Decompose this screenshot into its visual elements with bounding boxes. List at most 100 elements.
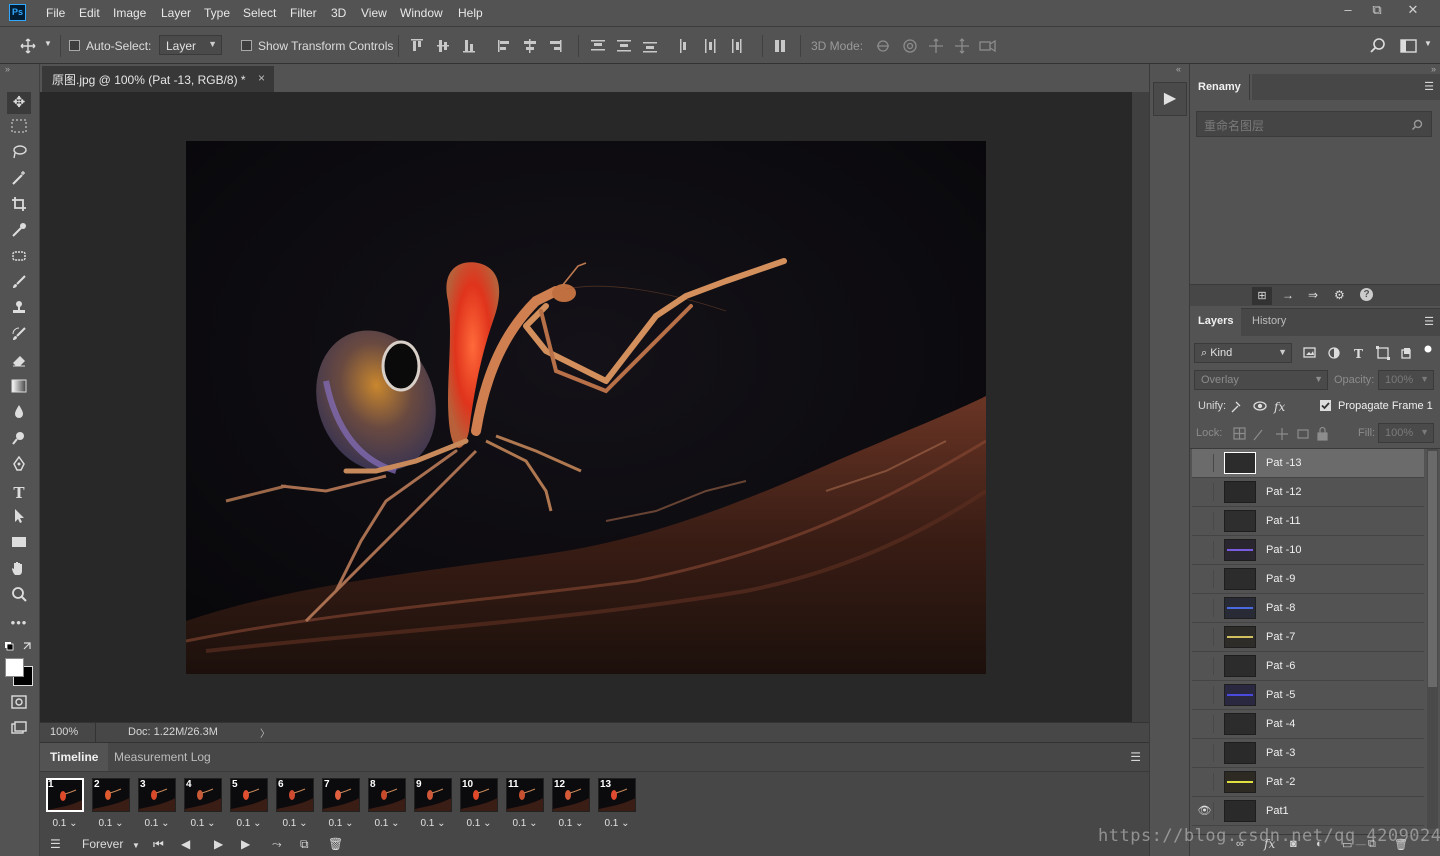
tab-timeline[interactable]: Timeline — [40, 743, 109, 771]
move-tool-icon[interactable] — [20, 38, 36, 54]
layer-row[interactable]: Pat -10 — [1192, 536, 1424, 565]
unify-icons[interactable]: fx — [1230, 398, 1290, 414]
gradient-tool-icon[interactable] — [7, 378, 31, 400]
zoom-tool-icon[interactable] — [7, 586, 31, 608]
layer-row[interactable]: Pat -9 — [1192, 565, 1424, 594]
healing-brush-tool-icon[interactable] — [7, 248, 31, 270]
delete-frame-icon[interactable]: 🗑 — [328, 837, 343, 851]
panel-menu-icon[interactable]: ☰ — [1424, 315, 1434, 328]
visibility-toggle[interactable] — [1196, 599, 1214, 617]
loop-dropdown[interactable]: Forever — [82, 837, 123, 851]
layer-filter-icons[interactable]: T — [1302, 345, 1432, 361]
tab-history[interactable]: History — [1244, 308, 1294, 334]
play-icon[interactable]: ▶ — [214, 837, 223, 851]
expand-icon[interactable]: » — [1431, 64, 1436, 74]
close-tab-icon[interactable]: × — [258, 71, 265, 85]
timeline-frame[interactable]: 11 0.1 ⌄ — [504, 776, 546, 833]
timeline-frame[interactable]: 6 0.1 ⌄ — [274, 776, 316, 833]
menu-layer[interactable]: Layer — [161, 6, 191, 20]
gear-icon[interactable]: ⚙ — [1334, 288, 1345, 302]
timeline-frame[interactable]: 4 0.1 ⌄ — [182, 776, 224, 833]
lasso-tool-icon[interactable] — [7, 144, 31, 166]
default-colors-icon[interactable] — [4, 641, 36, 653]
layers-scrollbar-thumb[interactable] — [1428, 451, 1437, 687]
type-tool-icon[interactable]: T — [7, 482, 31, 504]
magic-wand-tool-icon[interactable] — [7, 170, 31, 192]
pen-tool-icon[interactable] — [7, 455, 31, 478]
menu-file[interactable]: File — [46, 6, 65, 20]
visibility-toggle[interactable] — [1196, 686, 1214, 704]
lock-icons[interactable] — [1232, 426, 1332, 442]
previous-frame-icon[interactable]: ◀ — [181, 837, 190, 851]
visibility-toggle[interactable] — [1196, 570, 1214, 588]
layers-scrollbar[interactable] — [1427, 449, 1438, 829]
layer-row[interactable]: Pat -8 — [1192, 594, 1424, 623]
frame-duration[interactable]: 0.1 ⌄ — [320, 818, 362, 829]
fill-field[interactable]: 100% ▼ — [1378, 423, 1434, 443]
visibility-toggle[interactable] — [1196, 628, 1214, 646]
menu-image[interactable]: Image — [113, 6, 146, 20]
close-window-button[interactable]: ✕ — [1398, 0, 1428, 20]
visibility-toggle[interactable] — [1196, 541, 1214, 559]
tab-renamy[interactable]: Renamy — [1190, 74, 1250, 100]
dodge-tool-icon[interactable] — [7, 430, 31, 452]
layer-row[interactable]: Pat -3 — [1192, 739, 1424, 768]
menu-filter[interactable]: Filter — [290, 6, 317, 20]
panel-menu-icon[interactable]: ☰ — [1424, 80, 1434, 93]
timeline-frame[interactable]: 8 0.1 ⌄ — [366, 776, 408, 833]
restore-button[interactable]: ⧉ — [1362, 0, 1392, 20]
frame-duration[interactable]: 0.1 ⌄ — [274, 818, 316, 829]
workspace-icon[interactable] — [1400, 38, 1418, 54]
layer-row[interactable]: Pat -13 — [1192, 449, 1424, 478]
frame-duration[interactable]: 0.1 ⌄ — [136, 818, 178, 829]
timeline-frame[interactable]: 3 0.1 ⌄ — [136, 776, 178, 833]
menu-edit[interactable]: Edit — [79, 6, 100, 20]
layer-row[interactable]: Pat -7 — [1192, 623, 1424, 652]
clone-stamp-tool-icon[interactable] — [7, 300, 31, 322]
auto-select-checkbox[interactable] — [69, 40, 80, 51]
tab-layers[interactable]: Layers — [1190, 308, 1242, 336]
status-menu-arrow-icon[interactable]: 〉 — [260, 725, 270, 740]
menu-view[interactable]: View — [361, 6, 387, 20]
layer-row[interactable]: Pat -4 — [1192, 710, 1424, 739]
layer-row[interactable]: Pat -2 — [1192, 768, 1424, 797]
timeline-frame[interactable]: 10 0.1 ⌄ — [458, 776, 500, 833]
frame-duration[interactable]: 0.1 ⌄ — [504, 818, 546, 829]
auto-select-dropdown[interactable]: Layer ▼ — [159, 35, 222, 55]
zoom-level[interactable]: 100% — [50, 726, 78, 738]
search-icon[interactable] — [1411, 119, 1423, 131]
visibility-toggle[interactable] — [1196, 744, 1214, 762]
3d-mode-icons[interactable] — [874, 37, 1004, 55]
convert-frames-icon[interactable]: ☰ — [50, 837, 61, 851]
auto-align-icon[interactable] — [773, 38, 789, 54]
eye-visibility-icon[interactable]: 👁 — [1196, 802, 1214, 820]
menu-type[interactable]: Type — [204, 6, 230, 20]
menu-window[interactable]: Window — [400, 6, 443, 20]
rectangle-tool-icon[interactable] — [7, 534, 31, 556]
align-icons[interactable] — [410, 38, 610, 54]
distribute-icons[interactable] — [590, 38, 760, 54]
rename-icon[interactable]: ⊞ — [1252, 287, 1272, 305]
frame-duration[interactable]: 0.1 ⌄ — [550, 818, 592, 829]
blend-mode-dropdown[interactable]: Overlay ▼ — [1194, 370, 1328, 390]
frame-duration[interactable]: 0.1 ⌄ — [458, 818, 500, 829]
timeline-frame[interactable]: 9 0.1 ⌄ — [412, 776, 454, 833]
tab-measurement-log[interactable]: Measurement Log — [104, 743, 221, 771]
foreground-color-swatch[interactable] — [5, 658, 24, 677]
show-transform-checkbox[interactable] — [241, 40, 252, 51]
document-image[interactable] — [186, 141, 986, 674]
timeline-frame[interactable]: 1 0.1 ⌄ — [44, 776, 86, 833]
frame-duration[interactable]: 0.1 ⌄ — [596, 818, 638, 829]
tool-preset-chevron-icon[interactable]: ▼ — [44, 39, 52, 48]
eraser-tool-icon[interactable] — [7, 352, 31, 374]
frame-duration[interactable]: 0.1 ⌄ — [228, 818, 270, 829]
rename-search-input[interactable]: 重命名图层 — [1196, 111, 1432, 137]
workspace-chevron-icon[interactable]: ▼ — [1424, 39, 1432, 48]
arrow-right-icon[interactable]: → — [1282, 288, 1294, 302]
visibility-toggle[interactable] — [1196, 483, 1214, 501]
crop-tool-icon[interactable] — [7, 196, 31, 218]
timeline-frame[interactable]: 13 0.1 ⌄ — [596, 776, 638, 833]
brush-tool-icon[interactable] — [7, 274, 31, 296]
menu-help[interactable]: Help — [458, 6, 483, 20]
history-brush-tool-icon[interactable] — [7, 326, 31, 348]
